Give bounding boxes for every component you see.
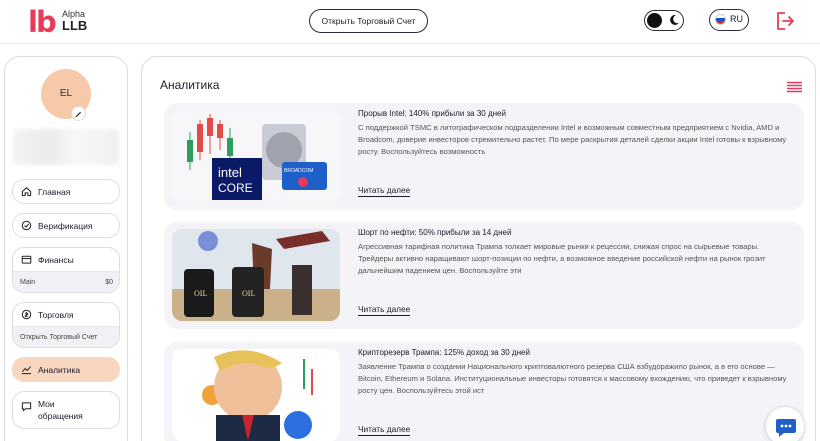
read-more-link[interactable]: Читать далее xyxy=(358,424,411,436)
sidebar-item-tickets[interactable]: Мои обращения xyxy=(12,391,120,429)
oil-barrel-label: OIL xyxy=(242,289,255,298)
wallet-icon xyxy=(21,255,32,264)
logo[interactable]: lb Alpha LLB xyxy=(28,6,98,38)
article-image-crypto xyxy=(172,349,340,441)
sidebar-item-label: Верификация xyxy=(38,220,93,231)
chat-button[interactable] xyxy=(765,406,805,441)
sidebar: EL Главная Верификация Финансы Main $0 Т… xyxy=(4,56,128,441)
blurred-user-name xyxy=(13,129,119,165)
article-text: С поддержкой TSMC в литографическом подр… xyxy=(358,123,787,157)
sidebar-item-finance[interactable]: Финансы Main $0 xyxy=(12,247,120,293)
intel-logo-text: intel xyxy=(218,165,242,180)
article-title: Шорт по нефти: 50% прибыли за 14 дней xyxy=(358,228,512,237)
sidebar-item-verification[interactable]: Верификация xyxy=(12,213,120,238)
hamburger-icon[interactable] xyxy=(787,81,802,93)
moon-icon xyxy=(670,14,679,25)
read-more-link[interactable]: Читать далее xyxy=(358,185,411,197)
open-trading-account-button[interactable]: Открыть Торговый Счет xyxy=(309,9,428,33)
account-name: Main xyxy=(20,278,36,286)
article-text: Агрессивная тарифная политика Трампа тол… xyxy=(358,242,766,276)
article-title: Крипторезерв Трампа: 125% доход за 30 дн… xyxy=(358,348,530,357)
sidebar-item-label: Мои обращения xyxy=(38,399,83,421)
read-more-link[interactable]: Читать далее xyxy=(358,304,411,316)
open-trading-account-link[interactable]: Открыть Торговый Счет xyxy=(13,326,119,347)
verify-icon xyxy=(21,220,32,231)
article-card[interactable]: Крипторезерв Трампа: 125% доход за 30 дн… xyxy=(164,342,804,441)
sidebar-item-home[interactable]: Главная xyxy=(12,179,120,204)
logout-icon[interactable] xyxy=(774,10,796,32)
pencil-icon[interactable] xyxy=(71,106,86,121)
sidebar-item-label: Торговля xyxy=(38,309,74,320)
sidebar-item-label: Главная xyxy=(38,186,71,197)
language-selector[interactable]: RU xyxy=(709,9,749,31)
page-title: Аналитика xyxy=(160,78,220,92)
language-code: RU xyxy=(730,14,743,24)
finance-account-row[interactable]: Main $0 xyxy=(13,271,119,292)
account-balance: $0 xyxy=(105,278,113,286)
oil-barrel-label: OIL xyxy=(194,289,207,298)
logo-mark: lb xyxy=(28,5,57,39)
chat-icon xyxy=(776,419,796,437)
open-account-text: Открыть Торговый Счет xyxy=(20,333,98,341)
chart-icon xyxy=(21,366,32,375)
sidebar-item-label: Финансы xyxy=(38,254,74,265)
avatar-initials: EL xyxy=(59,88,73,99)
toggle-knob xyxy=(647,13,662,28)
sidebar-item-analytics[interactable]: Аналитика xyxy=(12,357,120,382)
analytics-panel: Аналитика intel CORE BROADCOM Прорыв Int… xyxy=(141,56,816,441)
broadcom-text: BROADCOM xyxy=(284,168,313,174)
globe-graphic xyxy=(198,231,218,251)
support-icon xyxy=(21,402,32,412)
core-text: CORE xyxy=(218,181,253,195)
article-card[interactable]: intel CORE BROADCOM Прорыв Intel: 140% п… xyxy=(164,103,804,210)
article-title: Прорыв Intel: 140% прибыли за 30 дней xyxy=(358,109,506,118)
article-card[interactable]: OIL OIL Шорт по нефти: 50% прибыли за 14… xyxy=(164,222,804,329)
article-image-oil: OIL OIL xyxy=(172,229,340,321)
cardano-coin-graphic xyxy=(284,411,312,439)
home-icon xyxy=(21,187,32,197)
trade-icon xyxy=(21,309,32,320)
article-text: Заявление Трампа о создании Национальног… xyxy=(358,362,787,396)
theme-toggle[interactable] xyxy=(644,10,684,31)
article-image-intel: intel CORE BROADCOM xyxy=(172,110,340,202)
russia-flag-icon xyxy=(715,14,726,25)
logo-llb-text: LLB xyxy=(62,18,88,33)
sidebar-item-trading[interactable]: Торговля Открыть Торговый Счет xyxy=(12,302,120,348)
top-header: lb Alpha LLB Открыть Торговый Счет RU xyxy=(0,0,820,44)
sidebar-item-label: Аналитика xyxy=(38,364,81,375)
